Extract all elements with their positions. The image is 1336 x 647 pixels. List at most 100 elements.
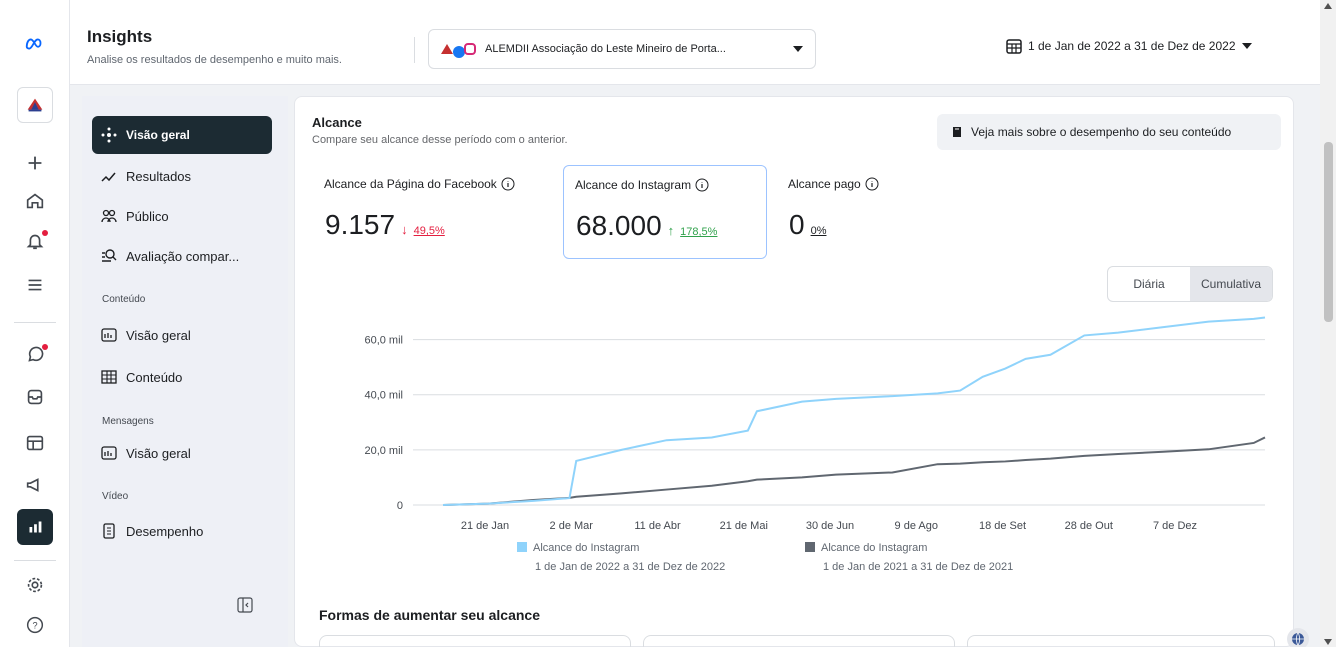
sidebar-item-performance[interactable]: Desempenho [92, 512, 272, 550]
sidebar-item-content[interactable]: Conteúdo [92, 358, 272, 396]
section-content-title: Conteúdo [102, 294, 146, 305]
info-icon[interactable] [695, 178, 709, 192]
rail-divider [14, 560, 56, 561]
ways-to-increase-reach-title: Formas de aumentar seu alcance [319, 607, 540, 623]
sidebar-item-overview[interactable]: Visão geral [92, 116, 272, 154]
gear-icon[interactable] [17, 567, 53, 603]
chat-bubble-icon[interactable] [17, 337, 53, 373]
home-icon[interactable] [17, 183, 53, 219]
sidebar-item-label: Desempenho [126, 523, 204, 539]
date-range-picker[interactable]: 1 de Jan de 2022 a 31 de Dez de 2022 [1006, 38, 1252, 54]
page-subtitle: Analise os resultados de desempenho e mu… [87, 54, 342, 66]
megaphone-icon[interactable] [17, 467, 53, 503]
metric-instagram-reach[interactable]: Alcance do Instagram 68.000 ↑ 178,5% [563, 165, 767, 259]
help-icon[interactable]: ? [17, 607, 53, 643]
header-divider [414, 37, 415, 63]
tip-card[interactable] [967, 635, 1275, 647]
page-avatar[interactable] [17, 87, 53, 123]
legend-item-2021[interactable]: Alcance do Instagram 1 de Jan de 2021 a … [805, 542, 1013, 573]
account-name: ALEMDII Associação do Leste Mineiro de P… [485, 43, 726, 55]
metric-label: Alcance pago [788, 177, 879, 191]
tip-card[interactable] [643, 635, 955, 647]
left-rail: ? [0, 0, 70, 647]
x-tick-label: 7 de Dez [1153, 520, 1197, 532]
account-selector[interactable]: ALEMDII Associação do Leste Mineiro de P… [428, 29, 816, 69]
section-messages-title: Mensagens [102, 416, 154, 427]
globe-icon[interactable] [1287, 628, 1309, 647]
meta-logo-icon[interactable] [17, 26, 53, 62]
sidebar-item-label: Resultados [126, 168, 192, 184]
book-icon [953, 127, 961, 137]
reach-card: Alcance Compare seu alcance desse períod… [294, 96, 1294, 647]
sidebar-item-label: Visão geral [126, 327, 191, 343]
bell-icon[interactable] [17, 223, 53, 259]
metric-paid-reach[interactable]: Alcance pago 0 0% [777, 165, 917, 259]
see-more-label: Veja mais sobre o desempenho do seu cont… [971, 125, 1232, 139]
insights-bar-chart-icon[interactable] [17, 509, 53, 545]
y-tick-label: 20,0 mil [364, 445, 403, 457]
sidebar-item-results[interactable]: Resultados [92, 157, 272, 195]
results-icon [101, 172, 116, 182]
chevron-down-icon [793, 46, 803, 52]
metric-label-text: Alcance do Instagram [575, 178, 692, 192]
reach-line-chart: 0 20,0 mil 40,0 mil 60,0 mil 21 de Jan 2 de M… [364, 316, 1266, 532]
planner-icon[interactable] [17, 425, 53, 461]
scroll-up-icon[interactable] [1324, 3, 1332, 9]
x-tick-label: 30 de Jun [806, 520, 854, 532]
sidebar-item-label: Visão geral [126, 445, 191, 461]
sidebar-item-label: Público [126, 208, 169, 224]
sidebar-item-label: Conteúdo [126, 369, 183, 385]
x-tick-label: 21 de Jan [461, 520, 509, 532]
chevron-down-icon [1241, 43, 1252, 49]
info-icon[interactable] [865, 177, 879, 191]
sidebar-item-content-overview[interactable]: Visão geral [92, 316, 272, 354]
metric-delta: 0% [810, 225, 827, 237]
metric-label: Alcance da Página do Facebook [324, 177, 515, 191]
page-title: Insights [87, 27, 153, 46]
account-logos-icon [441, 43, 476, 58]
y-tick-label: 40,0 mil [364, 390, 403, 402]
x-tick-label: 9 de Ago [895, 520, 938, 532]
page-scrollbar[interactable] [1320, 0, 1336, 647]
plus-icon[interactable] [17, 145, 53, 181]
collapse-sidebar-icon[interactable] [236, 596, 254, 614]
x-tick-label: 21 de Mai [720, 520, 768, 532]
metric-delta: 178,5% [680, 226, 718, 238]
series-line[interactable] [442, 436, 1266, 506]
sidebar-item-label: Visão geral [126, 128, 190, 142]
legend-item-2022[interactable]: Alcance do Instagram 1 de Jan de 2022 a … [517, 542, 725, 573]
y-tick-label: 0 [397, 500, 403, 512]
section-video-title: Vídeo [102, 491, 129, 502]
content-overview-icon [101, 328, 117, 342]
toggle-cumulative[interactable]: Cumulativa [1190, 267, 1272, 301]
svg-text:?: ? [32, 621, 37, 631]
chart-mode-toggle: Diária Cumulativa [1107, 266, 1273, 302]
x-tick-label: 18 de Set [979, 520, 1026, 532]
sidebar-item-audience[interactable]: Público [92, 197, 272, 235]
metric-facebook-reach[interactable]: Alcance da Página do Facebook 9.157 ↓ 49… [313, 165, 558, 259]
scrollbar-thumb[interactable] [1324, 142, 1333, 322]
info-icon[interactable] [501, 177, 515, 191]
messages-overview-icon [101, 446, 117, 460]
legend-swatch [517, 542, 527, 552]
sidebar-item-benchmark[interactable]: Avaliação compar... [92, 237, 272, 275]
sidebar-item-messages-overview[interactable]: Visão geral [92, 434, 272, 472]
toggle-daily[interactable]: Diária [1108, 267, 1190, 301]
scroll-down-icon[interactable] [1324, 639, 1332, 645]
metric-delta: 49,5% [413, 225, 445, 237]
menu-icon[interactable] [17, 267, 53, 303]
notification-dot [42, 344, 48, 350]
metric-value-row: 9.157 ↓ 49,5% [325, 209, 445, 241]
tip-card[interactable] [319, 635, 631, 647]
metric-value: 0 [789, 209, 805, 240]
see-more-performance-button[interactable]: Veja mais sobre o desempenho do seu cont… [937, 114, 1281, 150]
inbox-icon[interactable] [17, 379, 53, 415]
arrow-up-icon: ↑ [667, 223, 675, 238]
notification-dot [42, 230, 48, 236]
legend-period: 1 de Jan de 2022 a 31 de Dez de 2022 [535, 561, 726, 573]
metric-value: 68.000 [576, 210, 662, 241]
series-line[interactable] [442, 316, 1266, 506]
metric-label-text: Alcance da Página do Facebook [324, 177, 497, 191]
insights-sidebar: Visão geral Resultados Público Avaliação… [82, 96, 288, 647]
calendar-icon [1006, 39, 1022, 54]
